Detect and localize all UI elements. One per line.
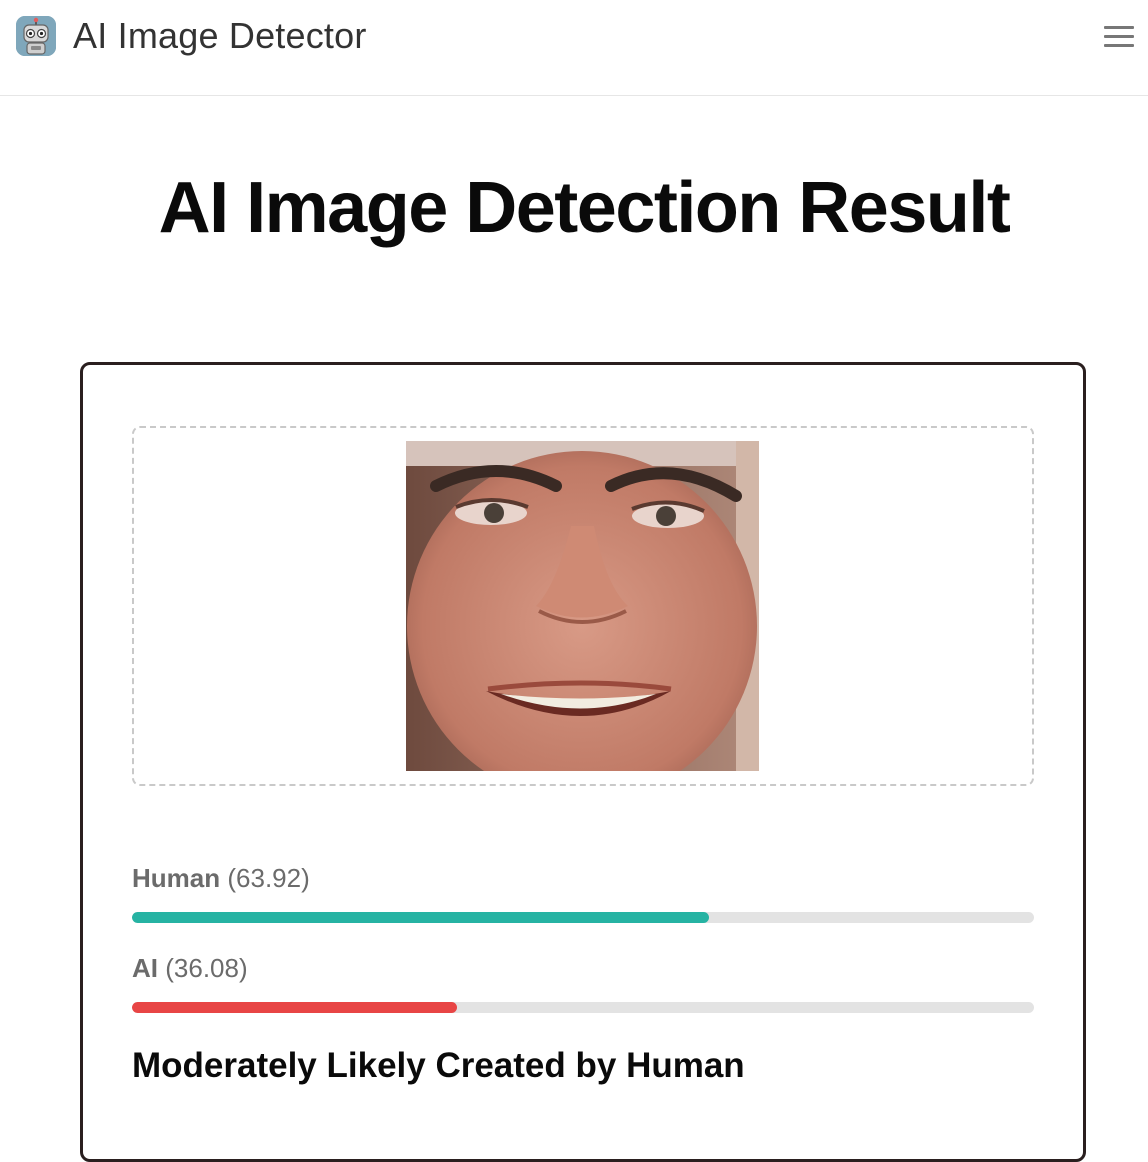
top-navbar: AI Image Detector	[0, 0, 1148, 96]
ai-score-track	[132, 1002, 1034, 1013]
page-title: AI Image Detection Result	[158, 168, 1011, 248]
app-title[interactable]: AI Image Detector	[73, 14, 367, 58]
ai-label-text: AI	[132, 953, 158, 983]
human-score-label: Human (63.92)	[132, 862, 310, 894]
ai-score-value: (36.08)	[165, 953, 248, 983]
human-score-track	[132, 912, 1034, 923]
human-score-bar	[132, 912, 709, 923]
analyzed-image	[406, 441, 759, 771]
ai-score-label: AI (36.08)	[132, 952, 248, 984]
verdict-text: Moderately Likely Created by Human	[132, 1046, 745, 1085]
ai-score-bar	[132, 1002, 458, 1013]
human-label-text: Human	[132, 863, 221, 893]
hamburger-menu-icon[interactable]	[1100, 22, 1136, 50]
robot-logo-icon[interactable]	[16, 16, 56, 56]
human-score-value: (63.92)	[227, 863, 310, 893]
